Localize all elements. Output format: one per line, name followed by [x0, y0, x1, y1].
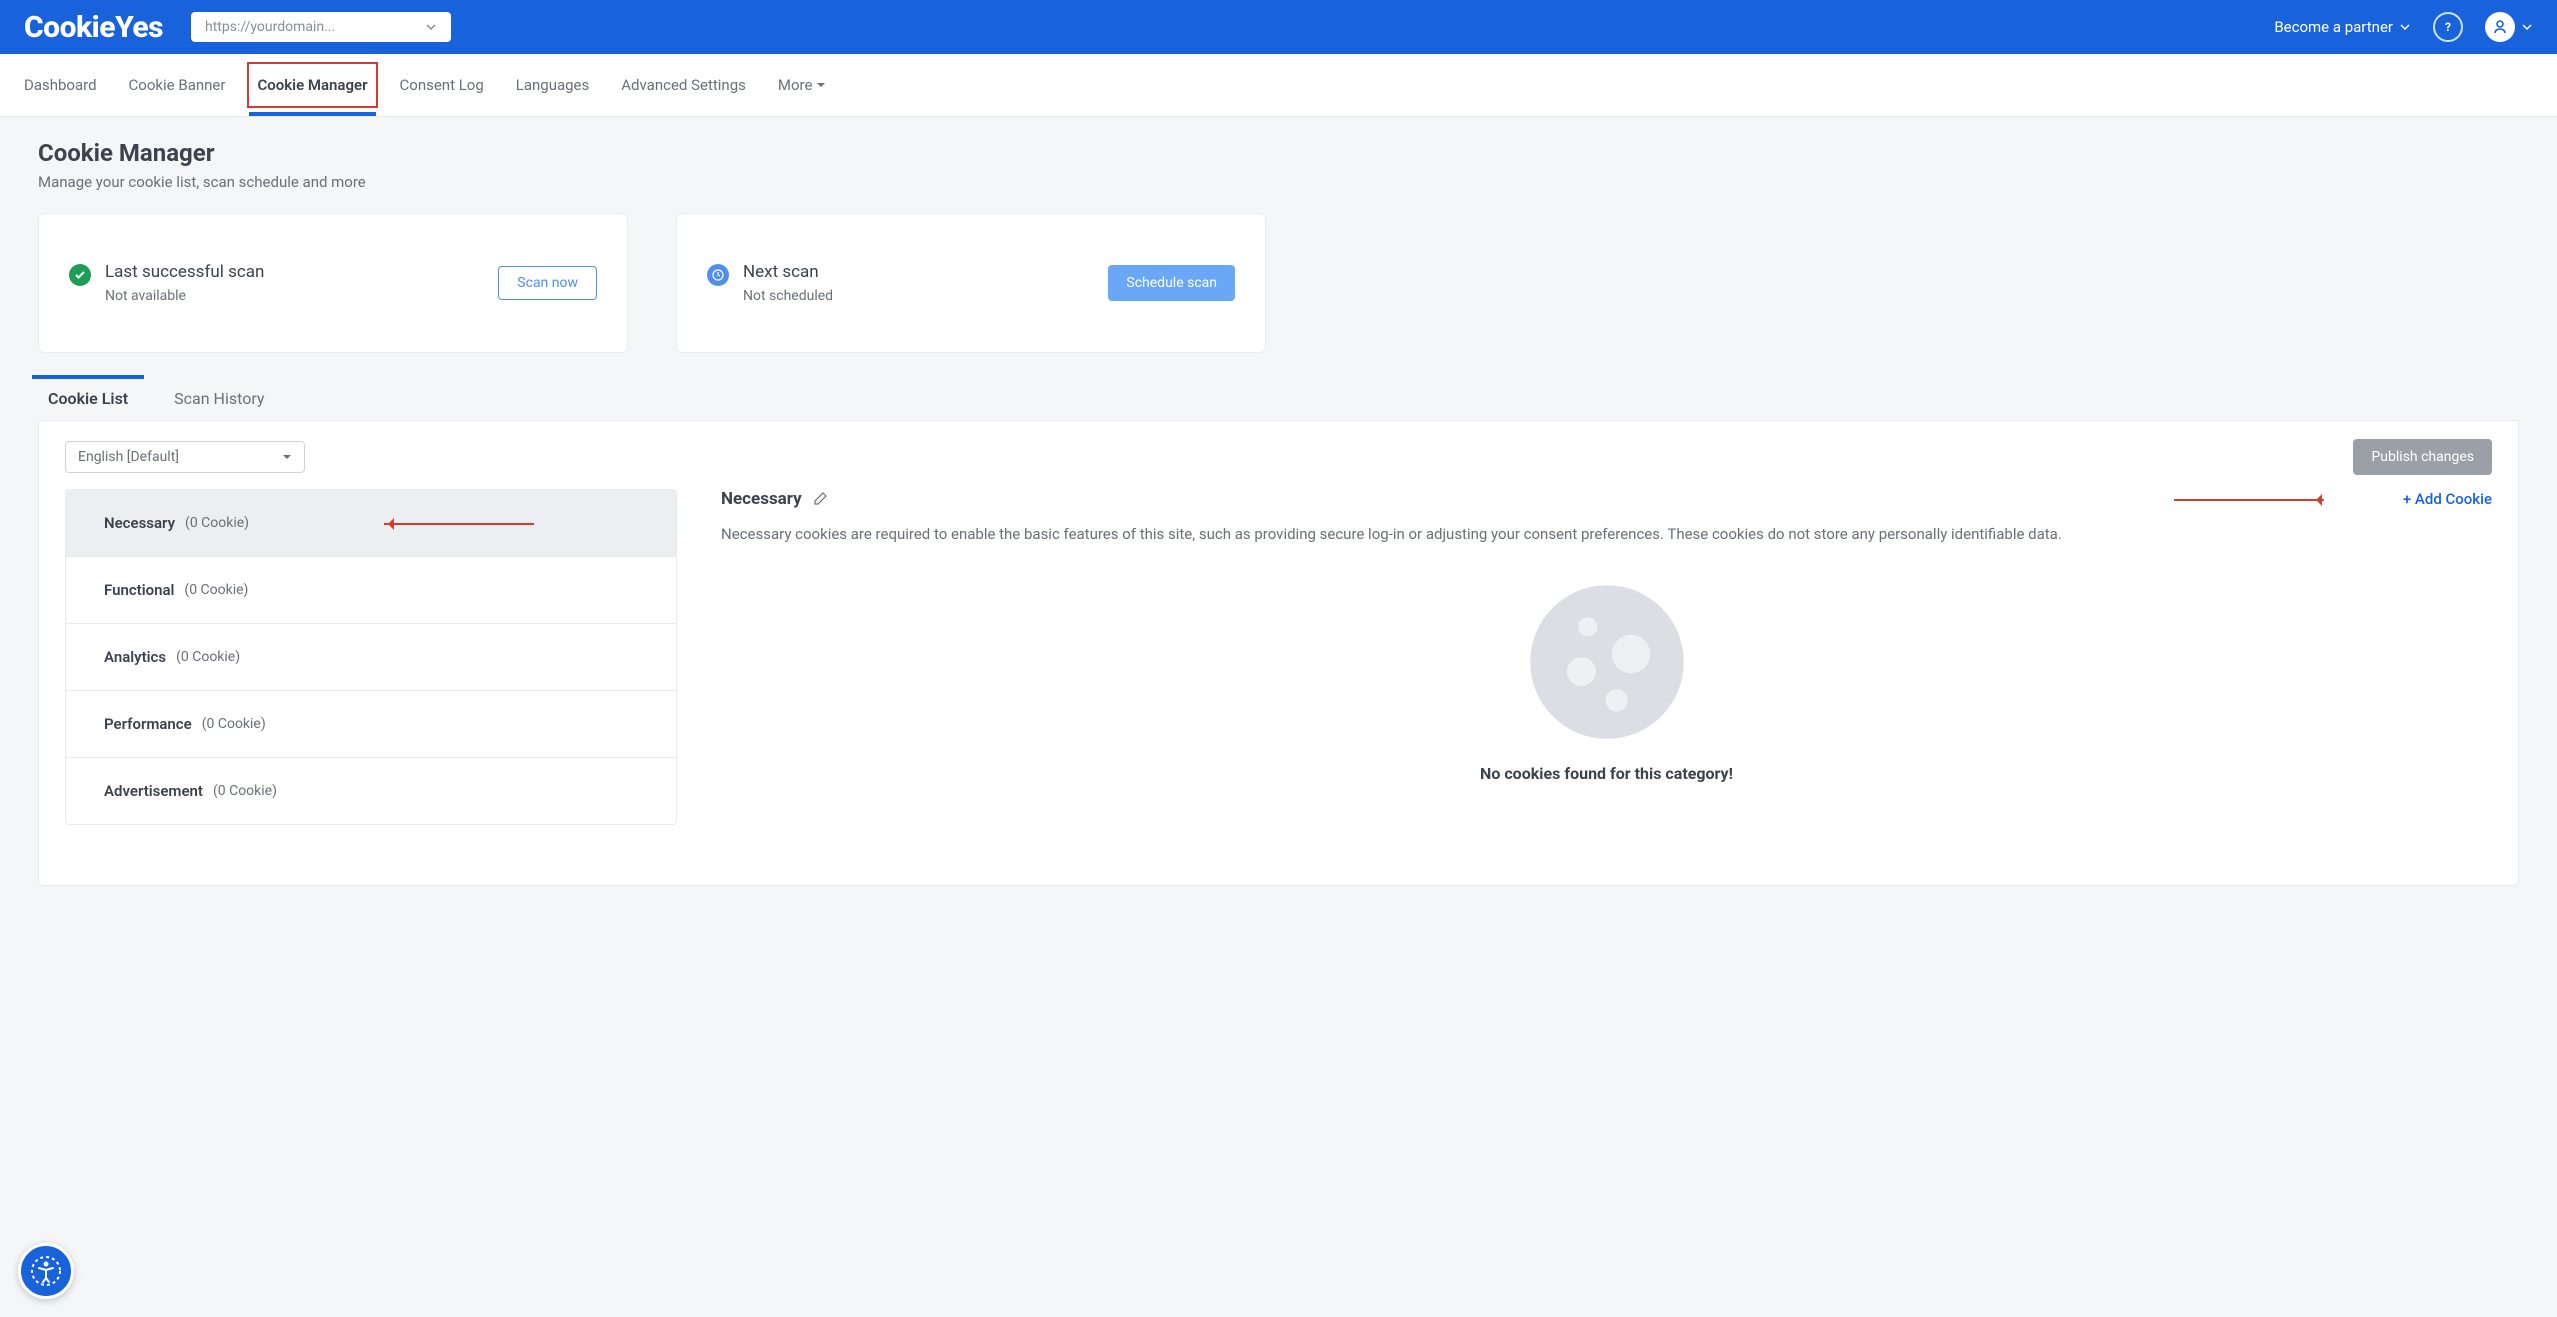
main-nav: Dashboard Cookie Banner Cookie Manager C… — [0, 54, 2557, 117]
svg-text:?: ? — [2445, 20, 2451, 34]
category-name: Necessary — [104, 514, 175, 532]
help-button[interactable]: ? — [2433, 12, 2463, 42]
caret-down-icon — [816, 80, 826, 90]
panel-top: English [Default] Publish changes — [39, 421, 2518, 489]
category-name: Analytics — [104, 648, 166, 666]
category-name: Functional — [104, 581, 174, 599]
logo-accent: Yes — [115, 10, 163, 45]
publish-changes-button[interactable]: Publish changes — [2353, 439, 2492, 475]
add-cookie-link[interactable]: + Add Cookie — [2403, 490, 2492, 508]
nav-cookie-manager[interactable]: Cookie Manager — [257, 54, 367, 116]
category-detail: Necessary + Add Cookie Necessary cookies… — [721, 489, 2492, 783]
next-scan-sub: Not scheduled — [743, 288, 833, 304]
category-list: Necessary (0 Cookie) Functional (0 Cooki… — [65, 489, 677, 825]
language-select[interactable]: English [Default] — [65, 441, 305, 473]
clock-icon — [707, 264, 729, 286]
category-item-necessary[interactable]: Necessary (0 Cookie) — [66, 490, 676, 557]
nav-languages[interactable]: Languages — [516, 54, 590, 116]
accessibility-icon — [30, 1255, 62, 1287]
check-circle-icon — [69, 264, 91, 286]
top-bar: CookieYes https://yourdomain... Become a… — [0, 0, 2557, 54]
nav-cookie-banner[interactable]: Cookie Banner — [129, 54, 226, 116]
help-icon: ? — [2433, 12, 2463, 42]
category-name: Advertisement — [104, 782, 203, 800]
tab-cookie-list[interactable]: Cookie List — [44, 377, 132, 420]
edit-icon[interactable] — [812, 491, 828, 507]
chevron-down-icon — [425, 21, 437, 33]
cookie-icon — [1527, 582, 1687, 742]
nav-advanced-settings[interactable]: Advanced Settings — [621, 54, 746, 116]
category-count: (0 Cookie) — [185, 515, 249, 531]
scan-now-button[interactable]: Scan now — [498, 266, 597, 300]
page-title: Cookie Manager — [38, 139, 2519, 167]
detail-header: Necessary + Add Cookie — [721, 489, 2492, 509]
partner-label: Become a partner — [2274, 18, 2393, 36]
domain-value: https://yourdomain... — [205, 19, 335, 35]
chevron-down-icon — [2521, 21, 2533, 33]
tab-scan-history[interactable]: Scan History — [170, 377, 268, 420]
category-item-functional[interactable]: Functional (0 Cookie) — [66, 557, 676, 624]
last-scan-sub: Not available — [105, 288, 264, 304]
category-count: (0 Cookie) — [184, 582, 248, 598]
category-count: (0 Cookie) — [213, 783, 277, 799]
logo[interactable]: CookieYes — [24, 10, 163, 45]
annotation-arrow-icon — [2174, 499, 2324, 501]
chevron-down-icon — [2399, 21, 2411, 33]
caret-down-icon — [282, 452, 292, 462]
annotation-arrow-icon — [384, 523, 534, 525]
scan-cards-row: Last successful scan Not available Scan … — [38, 213, 2519, 353]
category-count: (0 Cookie) — [202, 716, 266, 732]
cookie-list-panel: English [Default] Publish changes Necess… — [38, 421, 2519, 886]
next-scan-title: Next scan — [743, 262, 833, 282]
panel-body: Necessary (0 Cookie) Functional (0 Cooki… — [39, 489, 2518, 885]
category-item-performance[interactable]: Performance (0 Cookie) — [66, 691, 676, 758]
nav-more[interactable]: More — [778, 54, 827, 116]
detail-description: Necessary cookies are required to enable… — [721, 523, 2492, 546]
tabs: Cookie List Scan History — [38, 377, 2519, 421]
next-scan-card: Next scan Not scheduled Schedule scan — [676, 213, 1266, 353]
empty-state: No cookies found for this category! — [721, 582, 2492, 783]
nav-consent-log[interactable]: Consent Log — [400, 54, 484, 116]
become-partner-link[interactable]: Become a partner — [2274, 18, 2411, 36]
top-bar-left: CookieYes https://yourdomain... — [24, 10, 451, 45]
user-menu[interactable] — [2485, 12, 2533, 42]
logo-main: Cookie — [24, 10, 115, 45]
category-count: (0 Cookie) — [176, 649, 240, 665]
avatar-icon — [2485, 12, 2515, 42]
nav-dashboard[interactable]: Dashboard — [24, 54, 97, 116]
page-subtitle: Manage your cookie list, scan schedule a… — [38, 173, 2519, 191]
accessibility-button[interactable] — [18, 1243, 74, 1299]
empty-text: No cookies found for this category! — [1480, 764, 1733, 783]
category-item-analytics[interactable]: Analytics (0 Cookie) — [66, 624, 676, 691]
page-content: Cookie Manager Manage your cookie list, … — [0, 117, 2557, 966]
category-item-advertisement[interactable]: Advertisement (0 Cookie) — [66, 758, 676, 824]
schedule-scan-button[interactable]: Schedule scan — [1108, 265, 1235, 301]
top-bar-right: Become a partner ? — [2274, 12, 2533, 42]
detail-title: Necessary — [721, 489, 802, 509]
last-scan-title: Last successful scan — [105, 262, 264, 282]
language-value: English [Default] — [78, 449, 179, 465]
domain-select[interactable]: https://yourdomain... — [191, 12, 451, 42]
last-scan-card: Last successful scan Not available Scan … — [38, 213, 628, 353]
category-name: Performance — [104, 715, 192, 733]
